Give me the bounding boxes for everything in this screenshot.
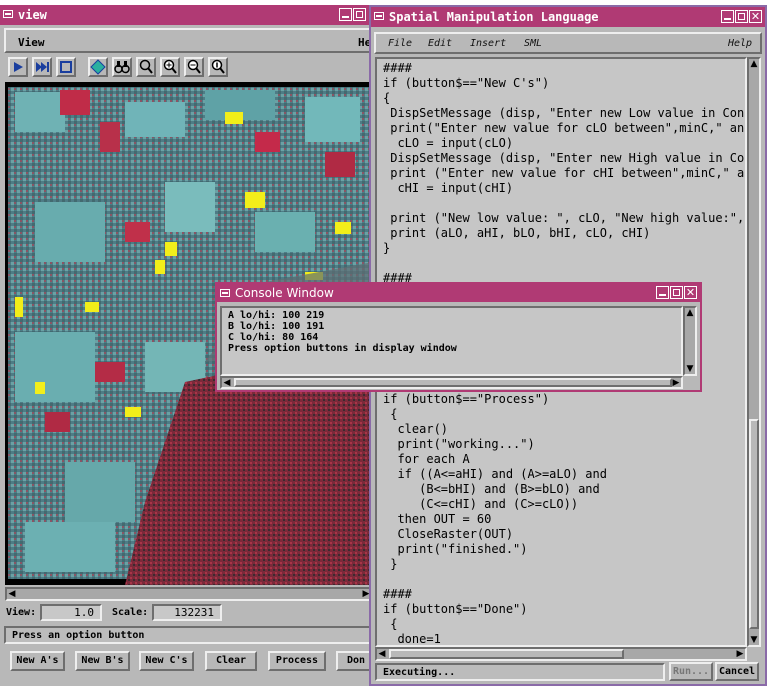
sml-title: Spatial Manipulation Language bbox=[389, 10, 599, 24]
code-vscrollbar[interactable]: ▲ ▼ bbox=[747, 57, 761, 647]
sml-status-bar: Executing... bbox=[375, 663, 665, 681]
view-titlebar[interactable]: view bbox=[0, 5, 378, 25]
clear-button[interactable]: Clear bbox=[205, 651, 257, 671]
view-menubar: View He bbox=[4, 28, 374, 53]
scale-field[interactable]: 132231 bbox=[152, 604, 222, 621]
hscroll-thumb[interactable] bbox=[389, 649, 624, 659]
scroll-up-icon[interactable]: ▲ bbox=[749, 59, 759, 69]
code-text-top: #### if (button$=="New C's") { DispSetMe… bbox=[383, 61, 745, 285]
skip-forward-icon[interactable] bbox=[32, 57, 52, 77]
new-a-button[interactable]: New A's bbox=[10, 651, 65, 671]
scroll-left-icon[interactable]: ◀ bbox=[377, 649, 387, 659]
scroll-down-icon[interactable]: ▼ bbox=[749, 635, 759, 645]
close-icon[interactable]: ✕ bbox=[684, 286, 697, 299]
sml-status-text: Executing... bbox=[383, 667, 456, 678]
menu-help[interactable]: Help bbox=[728, 38, 752, 49]
zoom-1x-icon[interactable] bbox=[208, 57, 228, 77]
scroll-left-icon[interactable]: ◀ bbox=[7, 589, 17, 599]
play-icon[interactable] bbox=[8, 57, 28, 77]
scroll-right-icon[interactable]: ▶ bbox=[735, 649, 745, 659]
maximize-icon[interactable] bbox=[735, 10, 748, 23]
console-text: A lo/hi: 100 219 B lo/hi: 100 191 C lo/h… bbox=[228, 310, 457, 354]
window-menu-icon[interactable] bbox=[220, 289, 230, 297]
view-status-text: Press an option button bbox=[12, 630, 145, 641]
console-output: A lo/hi: 100 219 B lo/hi: 100 191 C lo/h… bbox=[220, 306, 683, 376]
view-title: view bbox=[18, 8, 47, 22]
view-zoom-field[interactable]: 1.0 bbox=[40, 604, 102, 621]
minimize-icon[interactable] bbox=[656, 286, 669, 299]
view-toolbar bbox=[8, 57, 248, 79]
maximize-icon[interactable] bbox=[670, 286, 683, 299]
view-hscrollbar[interactable]: ◀ ▶ bbox=[5, 587, 373, 601]
minimize-icon[interactable] bbox=[339, 8, 352, 21]
run-button[interactable]: Run... bbox=[669, 662, 713, 681]
close-icon[interactable]: ✕ bbox=[749, 10, 762, 23]
binoculars-icon[interactable] bbox=[112, 57, 132, 77]
console-titlebar[interactable]: Console Window ✕ bbox=[217, 284, 700, 302]
console-window: Console Window ✕ A lo/hi: 100 219 B lo/h… bbox=[215, 282, 702, 392]
zoom-out-icon[interactable] bbox=[184, 57, 204, 77]
zoom-select-icon[interactable] bbox=[136, 57, 156, 77]
menu-view[interactable]: View bbox=[18, 36, 45, 49]
code-hscrollbar[interactable]: ◀ ▶ bbox=[375, 647, 747, 661]
minimize-icon[interactable] bbox=[721, 10, 734, 23]
process-button[interactable]: Process bbox=[268, 651, 326, 671]
window-menu-icon[interactable] bbox=[3, 10, 13, 18]
stop-icon[interactable] bbox=[56, 57, 76, 77]
console-vscrollbar[interactable]: ▲ ▼ bbox=[683, 306, 697, 376]
maximize-icon[interactable] bbox=[353, 8, 366, 21]
pan-icon[interactable] bbox=[88, 57, 108, 77]
console-title: Console Window bbox=[235, 286, 334, 300]
view-status-bar: Press an option button bbox=[4, 626, 374, 644]
menu-edit[interactable]: Edit bbox=[428, 38, 452, 49]
sml-titlebar[interactable]: Spatial Manipulation Language ✕ bbox=[371, 7, 765, 27]
scroll-right-icon[interactable]: ▶ bbox=[671, 378, 681, 388]
scroll-up-icon[interactable]: ▲ bbox=[685, 308, 695, 318]
scroll-left-icon[interactable]: ◀ bbox=[222, 378, 232, 388]
scroll-down-icon[interactable]: ▼ bbox=[685, 364, 695, 374]
new-b-button[interactable]: New B's bbox=[75, 651, 130, 671]
cancel-button[interactable]: Cancel bbox=[715, 662, 759, 681]
code-text-bottom: if (button$=="Process") { clear() print(… bbox=[383, 392, 607, 646]
zoom-in-icon[interactable] bbox=[160, 57, 180, 77]
scroll-thumb[interactable] bbox=[749, 419, 759, 629]
console-hscrollbar[interactable]: ◀ ▶ bbox=[220, 376, 683, 389]
menu-insert[interactable]: Insert bbox=[470, 38, 506, 49]
scale-label: Scale: bbox=[112, 607, 149, 618]
window-menu-icon[interactable] bbox=[374, 12, 384, 20]
console-hscroll-thumb[interactable] bbox=[234, 378, 672, 387]
menu-file[interactable]: File bbox=[388, 38, 412, 49]
new-c-button[interactable]: New C's bbox=[139, 651, 194, 671]
menu-sml[interactable]: SML bbox=[524, 38, 542, 49]
view-label: View: bbox=[6, 607, 37, 618]
sml-menubar: File Edit Insert SML Help bbox=[374, 32, 762, 54]
